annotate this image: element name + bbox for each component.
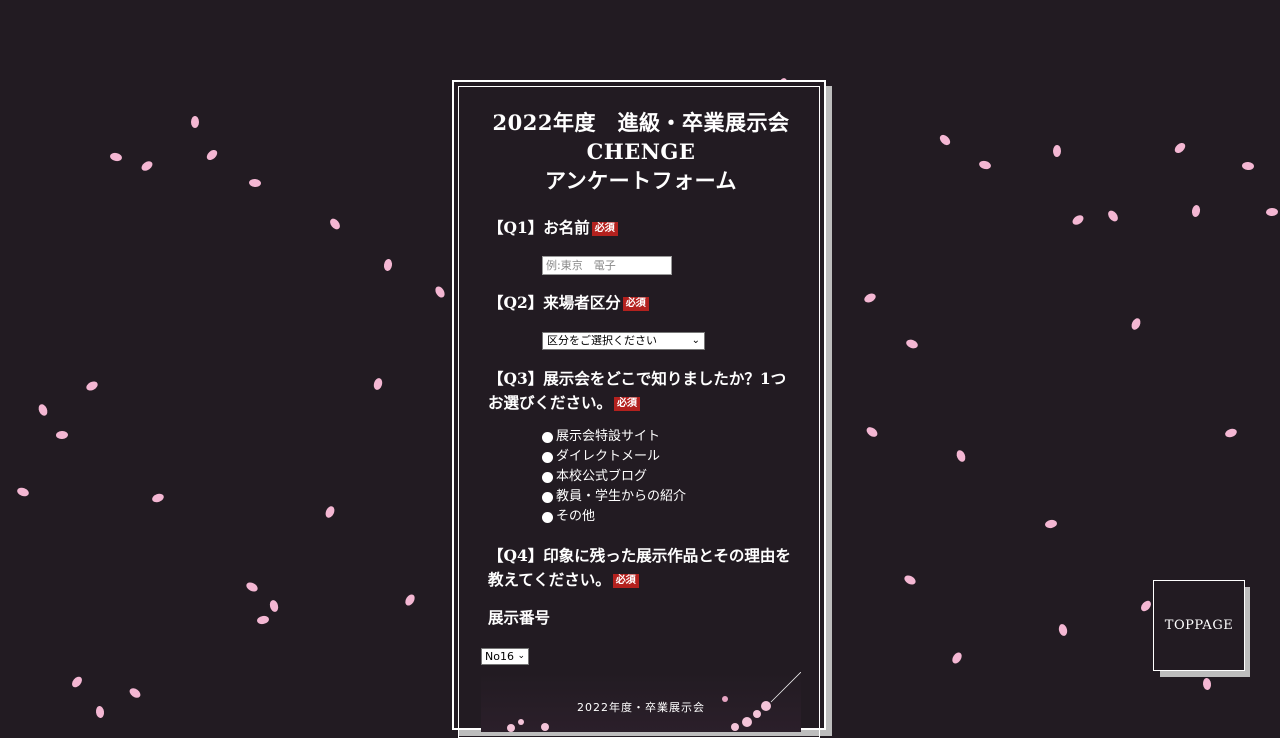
radio-label: その他 [556,509,596,524]
petal [249,178,261,188]
radio-icon [542,471,553,483]
petal [866,427,878,437]
petal [1131,318,1141,330]
exhibit-number-label: 展示番号 [488,608,551,627]
petal [979,160,991,170]
petal [1141,600,1151,612]
title-line-event: 2022年度 進級・卒業展示会 [492,110,790,135]
chevron-down-icon: ⌄ [517,651,525,661]
petal [257,615,269,625]
exhibit-number-value: No16 [485,650,514,663]
radio-label: 教員・学生からの紹介 [556,489,687,504]
petal [435,286,445,298]
petal [952,652,962,664]
exhibit-preview-image: 2022年度・卒業展示会 [481,672,801,732]
petal [405,594,415,606]
petal [1058,624,1068,636]
petal [1045,519,1057,529]
q3-options: 展示会特設サイト ダイレクトメール 本校公式ブログ 教員・学生からの紹介 その他 [542,427,686,527]
radio-option[interactable]: 本校公式ブログ [542,467,686,487]
required-badge: 必須 [622,297,649,311]
radio-icon [542,511,553,523]
petal [1072,215,1084,225]
radio-label: ダイレクトメール [556,449,661,464]
title-line-form: アンケートフォーム [544,168,738,193]
petal [1266,207,1278,217]
petal [95,706,105,718]
petal [1052,145,1062,157]
title-line-name: CHENGE [586,139,696,164]
visitor-category-value: 区分をご選択ください [547,334,657,347]
petal [906,339,918,349]
petal [1174,143,1186,153]
petal [956,450,966,462]
required-badge: 必須 [591,222,618,236]
exhibit-number-select[interactable]: No16 ⌄ [481,648,529,665]
radio-label: 本校公式ブログ [556,469,648,484]
petal [1242,161,1254,171]
form-title: 2022年度 進級・卒業展示会 CHENGE アンケートフォーム [454,108,828,195]
petal [330,218,340,230]
petal [129,688,141,698]
petal [191,116,199,128]
petal [1202,678,1212,690]
q1-text: 【Q1】お名前 [488,218,590,237]
petal [383,259,393,271]
petal [939,134,951,146]
radio-option[interactable]: ダイレクトメール [542,447,686,467]
visitor-category-select[interactable]: 区分をご選択ください ⌄ [542,332,705,350]
radio-icon [542,491,553,503]
name-input[interactable] [542,256,672,275]
radio-option[interactable]: 展示会特設サイト [542,427,686,447]
petal [86,381,98,391]
petal [38,404,48,416]
petal [1108,210,1118,222]
petal [246,582,258,592]
q1-label: 【Q1】お名前 必須 [488,216,798,240]
radio-icon [542,451,553,463]
petal [325,506,335,518]
petal [904,575,916,585]
radio-option[interactable]: 教員・学生からの紹介 [542,487,686,507]
petal [56,430,68,440]
q2-text: 【Q2】来場者区分 [488,293,621,312]
q3-label: 【Q3】展示会をどこで知りましたか？1つお選びください。 必須 [488,367,798,415]
petal [373,378,383,390]
required-badge: 必須 [612,574,639,588]
radio-option[interactable]: その他 [542,507,686,527]
petal [206,149,218,161]
radio-label: 展示会特設サイト [556,429,661,444]
petal [152,493,164,503]
q2-label: 【Q2】来場者区分 必須 [488,291,798,315]
petal [110,152,122,162]
petal [17,487,29,497]
chevron-down-icon: ⌄ [691,335,700,346]
petal [141,161,153,171]
required-badge: 必須 [614,397,641,411]
q4-text: 【Q4】印象に残った展示作品とその理由を教えてください。 [488,546,791,589]
petal [1191,205,1201,217]
toppage-button[interactable]: TOPPAGE [1153,580,1245,671]
petal [72,676,82,688]
petal [1225,428,1237,438]
radio-icon [542,431,553,443]
preview-caption: 2022年度・卒業展示会 [577,701,705,714]
petal [269,600,279,612]
survey-form-panel: 2022年度 進級・卒業展示会 CHENGE アンケートフォーム 【Q1】お名前… [452,80,828,738]
q4-label: 【Q4】印象に残った展示作品とその理由を教えてください。 必須 [488,544,798,592]
petal [864,293,876,303]
